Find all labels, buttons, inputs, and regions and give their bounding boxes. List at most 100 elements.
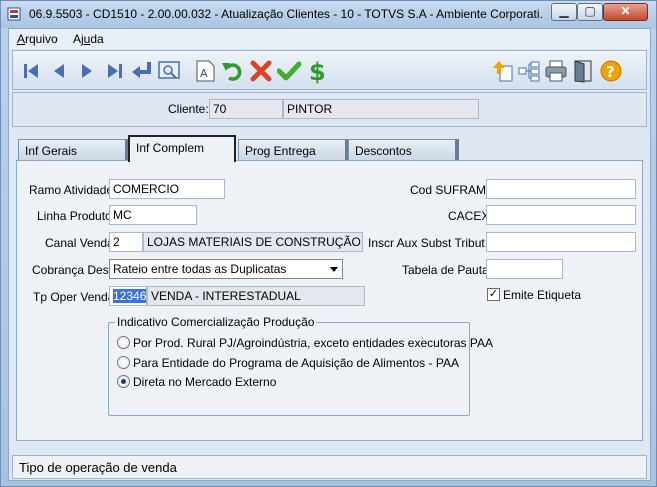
return-icon <box>132 62 151 78</box>
undo-icon <box>222 63 242 81</box>
cliente-code-field[interactable]: 70 <box>209 99 283 119</box>
text-icon: A <box>196 60 215 82</box>
svg-text:$: $ <box>309 58 326 84</box>
exit-button[interactable] <box>571 59 595 83</box>
svg-text:A: A <box>200 67 208 80</box>
tp-oper-venda-code-field[interactable]: 12346 <box>109 286 147 306</box>
emite-etiqueta-label: Emite Etiqueta <box>503 288 582 302</box>
upload-button[interactable] <box>491 59 515 83</box>
help-icon: ? <box>600 60 622 82</box>
client-area: Arquivo Ajuda A $ ? Cliente: 70 PINTOR I… <box>8 28 651 481</box>
cliente-name-field[interactable]: PINTOR <box>283 99 479 119</box>
cancel-icon <box>250 60 272 82</box>
cliente-panel: Cliente: 70 PINTOR <box>12 92 647 127</box>
status-bar: Tipo de operação de venda <box>12 455 647 479</box>
tab-inf-gerais[interactable]: Inf Gerais <box>18 139 129 162</box>
radio-prod-rural[interactable] <box>117 336 130 349</box>
tp-oper-venda-desc-field[interactable]: VENDA - INTERESTADUAL <box>147 286 365 306</box>
canal-venda-label: Canal Venda: <box>45 236 118 250</box>
tp-oper-venda-code-selected: 12346 <box>113 289 147 303</box>
cobranca-desp-label: Cobrança Desp: <box>32 263 119 277</box>
menu-arquivo-mnemonic: A <box>17 32 26 46</box>
cancel-button[interactable] <box>249 59 273 83</box>
menu-ajuda[interactable]: Ajuda <box>73 32 104 46</box>
app-icon <box>7 7 21 21</box>
cobranca-desp-select[interactable]: Rateio entre todas as Duplicatas <box>109 259 343 279</box>
print-button[interactable] <box>544 59 568 83</box>
canal-venda-desc-field[interactable]: LOJAS MATERIAIS DE CONSTRUÇÃO <box>143 232 363 252</box>
emite-etiqueta-checkbox[interactable]: ✓ <box>487 288 500 301</box>
cacex-field[interactable] <box>486 205 636 225</box>
status-text: Tipo de operação de venda <box>19 460 177 475</box>
application-window: 06.9.5503 - CD1510 - 2.00.00.032 - Atual… <box>0 0 657 487</box>
radio-mercado-externo[interactable] <box>117 375 130 388</box>
menu-ajuda-label-start: Aj <box>73 32 84 46</box>
zoom-button[interactable] <box>157 59 181 83</box>
exit-icon <box>574 60 592 83</box>
tabela-pauta-label: Tabela de Pauta: <box>402 263 493 277</box>
tab-prog-entrega[interactable]: Prog Entrega <box>238 139 349 162</box>
ramo-atividade-label: Ramo Atividade: <box>29 183 117 197</box>
tp-oper-venda-label: Tp Oper Venda: <box>33 290 118 304</box>
upload-icon <box>493 61 513 82</box>
next-icon <box>82 64 92 78</box>
maximize-button[interactable]: ▢ <box>577 3 603 21</box>
confirm-button[interactable] <box>277 59 301 83</box>
menu-bar: Arquivo Ajuda <box>9 29 650 49</box>
close-button[interactable]: ✕ <box>603 3 648 21</box>
tab-strip: Inf Gerais Inf Complem Prog Entrega Desc… <box>16 135 646 162</box>
tree-button[interactable] <box>517 59 541 83</box>
cod-suframa-label: Cod SUFRAMA: <box>410 183 498 197</box>
title-bar[interactable]: 06.9.5503 - CD1510 - 2.00.00.032 - Atual… <box>1 1 656 28</box>
cod-suframa-field[interactable] <box>486 179 636 199</box>
tab-prog-entrega-label: Prog Entrega <box>245 144 316 158</box>
first-record-button[interactable] <box>19 59 43 83</box>
linha-produto-field[interactable]: MC <box>109 205 197 225</box>
tab-inf-complem[interactable]: Inf Complem <box>128 135 236 162</box>
next-record-button[interactable] <box>75 59 99 83</box>
toolbar: A $ ? <box>12 50 647 90</box>
radio-entidade-paa[interactable] <box>117 356 130 369</box>
return-button[interactable] <box>129 59 153 83</box>
tabela-pauta-field[interactable] <box>486 259 563 279</box>
last-record-button[interactable] <box>103 59 127 83</box>
inscr-aux-subst-field[interactable] <box>486 232 636 252</box>
inf-complem-panel: Ramo Atividade: COMERCIO Linha Produto: … <box>16 160 643 441</box>
menu-arquivo-label: rquivo <box>25 32 58 46</box>
text-button[interactable]: A <box>193 59 217 83</box>
tab-descontos[interactable]: Descontos <box>348 139 459 162</box>
tab-edge <box>455 139 459 162</box>
svg-text:?: ? <box>606 63 615 81</box>
money-icon: $ <box>309 58 326 84</box>
zoom-icon <box>158 61 180 79</box>
last-icon <box>108 64 122 78</box>
inscr-aux-subst-label: Inscr Aux Subst Tribut.: <box>368 236 492 250</box>
print-icon <box>545 60 567 82</box>
indicativo-comercializacao-group: Indicativo Comercialização Produção Por … <box>108 315 493 416</box>
financial-button[interactable]: $ <box>305 58 329 84</box>
menu-ajuda-label-end: da <box>90 32 104 46</box>
tab-inf-gerais-label: Inf Gerais <box>25 144 78 158</box>
chevron-down-icon <box>330 267 338 272</box>
window-title: 06.9.5503 - CD1510 - 2.00.00.032 - Atual… <box>29 7 544 21</box>
cliente-label: Cliente: <box>168 102 209 116</box>
first-icon <box>24 64 38 78</box>
confirm-icon <box>277 61 301 81</box>
ramo-atividade-field[interactable]: COMERCIO <box>109 179 225 199</box>
radio-entidade-paa-label[interactable]: Para Entidade do Programa de Aquisição d… <box>133 356 459 370</box>
prev-icon <box>54 64 64 78</box>
linha-produto-label: Linha Produto: <box>37 209 116 223</box>
radio-mercado-externo-label[interactable]: Direta no Mercado Externo <box>133 375 276 389</box>
tab-inf-complem-label: Inf Complem <box>136 141 205 155</box>
cobranca-desp-value: Rateio entre todas as Duplicatas <box>113 262 287 276</box>
tree-icon <box>518 61 540 82</box>
previous-record-button[interactable] <box>47 59 71 83</box>
minimize-button[interactable]: ▁ <box>551 3 577 21</box>
tab-descontos-label: Descontos <box>355 144 412 158</box>
undo-button[interactable] <box>221 59 245 83</box>
menu-arquivo[interactable]: Arquivo <box>17 32 58 46</box>
canal-venda-code-field[interactable]: 2 <box>109 232 143 252</box>
group-title: Indicativo Comercialização Produção <box>115 315 317 329</box>
help-button[interactable]: ? <box>599 59 623 83</box>
radio-prod-rural-label[interactable]: Por Prod. Rural PJ/Agroindústria, exceto… <box>133 336 493 350</box>
